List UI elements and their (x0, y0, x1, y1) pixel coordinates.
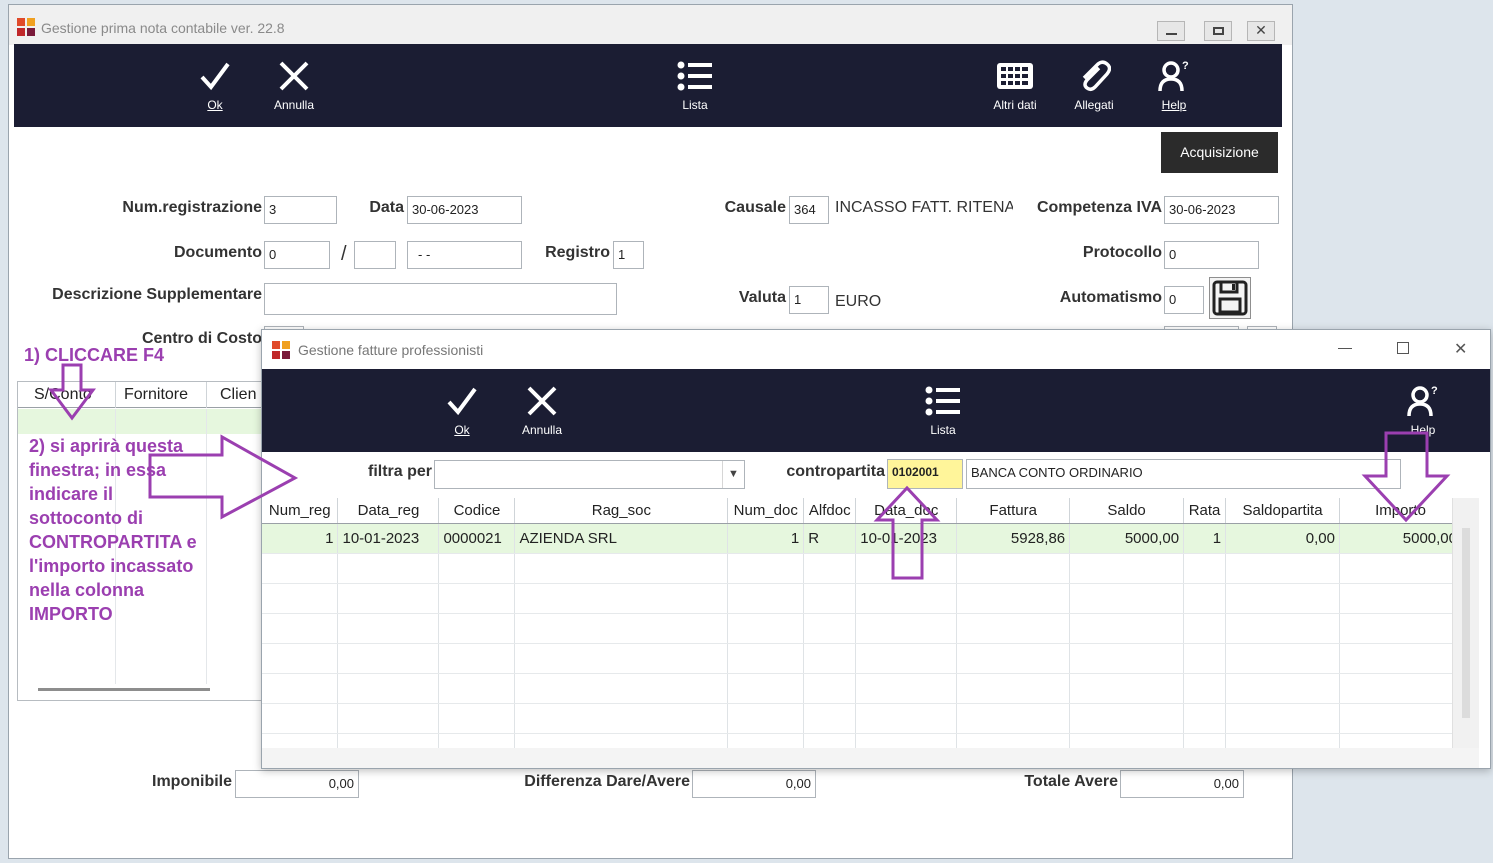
up-arrow-contropartita (873, 485, 941, 580)
right-arrow-popup (148, 434, 299, 520)
down-arrow-importo (1361, 431, 1451, 523)
down-arrow-f4 (48, 363, 96, 421)
annotation-arrows (48, 363, 1451, 580)
